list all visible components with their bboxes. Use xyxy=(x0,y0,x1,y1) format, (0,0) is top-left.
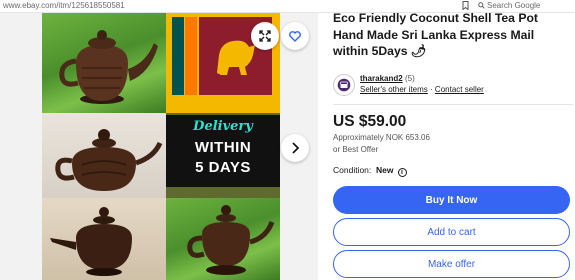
delivery-banner: Delivery WITHIN 5 DAYS xyxy=(166,113,280,198)
seller-name-link[interactable]: tharakand2 xyxy=(360,74,403,83)
divider xyxy=(333,104,573,105)
teapot-photo-2 xyxy=(42,113,166,198)
expand-icon xyxy=(259,30,271,42)
within-label: WITHIN xyxy=(194,139,252,156)
seller-info: tharakand2 (5) Seller's other items · Co… xyxy=(333,74,573,98)
teapot-photo-3 xyxy=(42,198,166,280)
store-icon xyxy=(337,78,351,92)
seller-other-items-link[interactable]: Seller's other items xyxy=(360,85,428,94)
condition-value: New xyxy=(376,165,394,175)
image-gallery: Delivery WITHIN 5 DAYS xyxy=(0,13,318,280)
search-icon xyxy=(478,2,485,9)
seller-feedback-score: (5) xyxy=(405,74,415,83)
buy-it-now-button[interactable]: Buy It Now xyxy=(333,186,570,214)
best-offer-note: or Best Offer xyxy=(333,145,379,154)
contact-seller-link[interactable]: Contact seller xyxy=(435,85,484,94)
item-price: US $59.00 xyxy=(333,113,407,130)
item-condition: Condition: New i xyxy=(333,165,407,177)
search-google-input[interactable]: Search Google xyxy=(478,1,540,10)
expand-button[interactable] xyxy=(251,22,279,50)
delivery-label: Delivery xyxy=(193,119,253,134)
bookmark-icon[interactable] xyxy=(462,1,469,10)
url-text[interactable]: www.ebay.com/itm/125618550581 xyxy=(3,1,125,10)
main-product-image[interactable]: Delivery WITHIN 5 DAYS xyxy=(42,13,280,280)
seller-avatar[interactable] xyxy=(333,74,355,96)
seller-link-separator: · xyxy=(430,85,433,94)
teapot-photo-4 xyxy=(166,198,280,280)
chevron-right-icon xyxy=(292,142,300,154)
make-offer-button[interactable]: Make offer xyxy=(333,250,570,278)
listing-title: Eco Friendly Coconut Shell Tea Pot Hand … xyxy=(333,11,538,58)
approximate-price: Approximately NOK 653.06 xyxy=(333,133,430,142)
next-image-button[interactable] xyxy=(281,134,309,162)
add-to-cart-button[interactable]: Add to cart xyxy=(333,218,570,246)
condition-label: Condition: xyxy=(333,165,372,175)
teapot-illustration xyxy=(59,30,158,104)
five-days-label: 5 DAYS xyxy=(195,159,251,176)
info-icon[interactable]: i xyxy=(397,168,407,177)
teapot-photo-1 xyxy=(42,13,166,113)
seller-links: Seller's other items · Contact seller xyxy=(360,85,484,94)
watchlist-button[interactable] xyxy=(281,22,309,50)
heart-icon xyxy=(289,30,301,42)
